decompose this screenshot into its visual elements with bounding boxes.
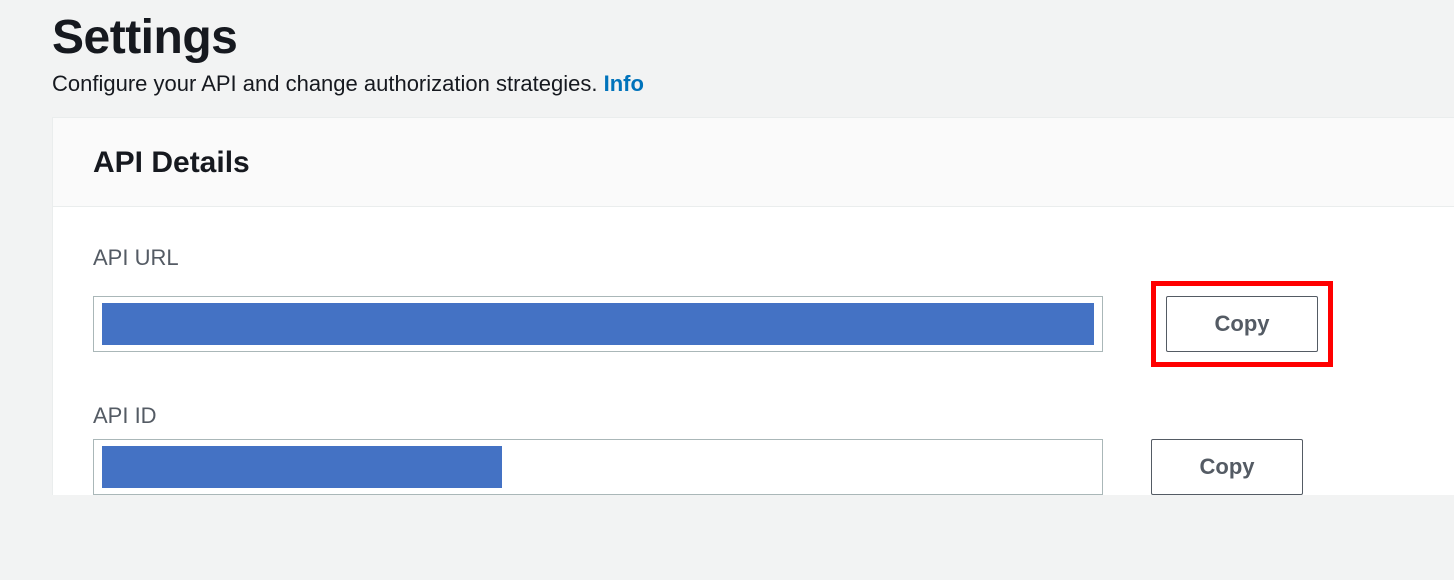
api-url-field: API URL Copy	[93, 245, 1414, 367]
info-link[interactable]: Info	[604, 71, 644, 96]
page-header: Settings Configure your API and change a…	[0, 0, 1454, 117]
api-url-row: Copy	[93, 281, 1414, 367]
page-title: Settings	[52, 10, 1454, 65]
page-subtitle: Configure your API and change authorizat…	[52, 71, 1454, 97]
api-id-input[interactable]	[93, 439, 1103, 495]
copy-id-button[interactable]: Copy	[1151, 439, 1303, 495]
api-details-panel: API Details API URL Copy API ID	[52, 117, 1454, 495]
panel-title: API Details	[93, 146, 1414, 180]
copy-url-highlight: Copy	[1151, 281, 1333, 367]
api-url-input[interactable]	[93, 296, 1103, 352]
api-id-label: API ID	[93, 403, 1414, 429]
api-url-value-redacted	[102, 303, 1094, 345]
api-url-label: API URL	[93, 245, 1414, 271]
settings-page: Settings Configure your API and change a…	[0, 0, 1454, 495]
subtitle-text: Configure your API and change authorizat…	[52, 71, 597, 96]
panel-body: API URL Copy API ID Copy	[53, 207, 1454, 495]
api-id-field: API ID Copy	[93, 403, 1414, 495]
panel-header: API Details	[53, 118, 1454, 207]
api-id-row: Copy	[93, 439, 1414, 495]
copy-url-button[interactable]: Copy	[1166, 296, 1318, 352]
api-id-value-redacted	[102, 446, 502, 488]
